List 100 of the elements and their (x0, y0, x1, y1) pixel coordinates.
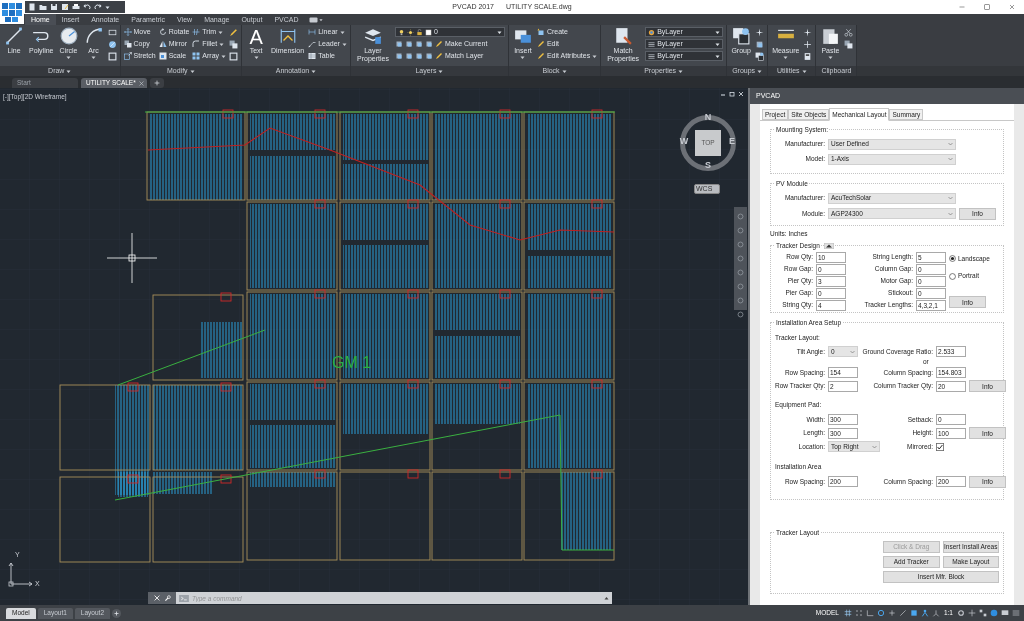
sparkle-icon[interactable] (755, 28, 765, 37)
crosshair-cursor (106, 232, 158, 284)
chevron-icon (948, 142, 953, 147)
redo-arrow-icon[interactable] (94, 3, 102, 11)
close-icon (1007, 3, 1016, 11)
plus-icon (114, 610, 119, 616)
caret-icon (318, 17, 323, 22)
chevron-icon (948, 196, 953, 201)
rounded-corner-icon (192, 40, 201, 48)
new-tab-button[interactable] (150, 78, 164, 88)
nested-squares-icon (158, 52, 167, 60)
tripod-icon[interactable] (931, 609, 940, 617)
two-squares-icon[interactable] (844, 40, 854, 49)
chevron-icon (872, 444, 877, 449)
caret-icon (783, 55, 789, 60)
linear-dimension-icon (308, 28, 317, 36)
line-weights-icon (648, 40, 656, 48)
square-icon[interactable] (909, 609, 918, 617)
small-block-icon[interactable] (755, 40, 765, 49)
printer-icon[interactable] (72, 3, 80, 11)
diagonal-line-icon[interactable] (898, 609, 907, 617)
table-icon (308, 52, 317, 60)
caret-icon[interactable] (604, 595, 609, 601)
page-icon[interactable] (28, 3, 36, 11)
chevron-icon (948, 211, 953, 216)
wrench-icon[interactable] (163, 594, 171, 602)
color-swatch-icon (424, 28, 432, 36)
calculator-icon[interactable] (803, 52, 813, 61)
caret-icon (678, 68, 684, 74)
caret-icon (105, 4, 110, 10)
caret-icon (66, 55, 71, 60)
compass-letter: S (704, 159, 712, 172)
rectangle-icon[interactable] (107, 28, 117, 37)
block-insert-icon (513, 27, 532, 45)
scissors-icon[interactable] (844, 28, 854, 37)
square-arrow-icon (123, 52, 132, 60)
radio-button[interactable] (949, 272, 956, 280)
undo-arrow-icon[interactable] (83, 3, 91, 11)
caret-icon (827, 55, 833, 60)
restore-icon[interactable] (729, 91, 735, 97)
add-layout-button[interactable] (112, 608, 121, 618)
caret-icon (520, 55, 526, 60)
four-arrows-icon (123, 28, 132, 36)
square-frame-icon[interactable] (107, 52, 117, 61)
caret-icon (561, 68, 567, 74)
two-squares-icon (123, 40, 132, 48)
minimize-icon (957, 3, 966, 11)
radio-button[interactable] (949, 254, 956, 262)
collapse-button[interactable] (823, 242, 834, 249)
target-icon[interactable] (876, 609, 885, 617)
app-logo[interactable] (0, 0, 24, 24)
circular-arrow-icon (158, 28, 167, 36)
caret-icon (91, 55, 96, 60)
group-icon[interactable] (755, 52, 765, 61)
disk-pencil-icon[interactable] (61, 3, 69, 11)
bulb-icon (397, 28, 405, 36)
sparkle-icon[interactable] (803, 28, 813, 37)
letter-icon: A (249, 27, 263, 47)
caret-icon (311, 68, 317, 74)
gear-icon[interactable] (957, 609, 965, 617)
layer-stack-icon (363, 27, 382, 45)
prompt-icon (179, 594, 189, 602)
clipboard-icon (821, 27, 840, 45)
person-icon[interactable] (920, 609, 929, 617)
nodes-icon[interactable] (979, 609, 987, 617)
padlock-icon (415, 28, 423, 36)
caret-icon (496, 29, 502, 35)
caret-icon (66, 68, 72, 74)
crossed-lines-icon (192, 28, 201, 36)
maximize-icon (982, 3, 991, 11)
circle-icon (59, 27, 78, 45)
dotted-grid-icon[interactable] (854, 609, 863, 617)
hatch-icon[interactable] (107, 40, 117, 49)
close-icon[interactable] (738, 91, 744, 97)
globe-icon[interactable] (990, 609, 998, 617)
angle-icon[interactable] (865, 609, 874, 617)
grid-icon[interactable] (843, 609, 852, 617)
caret-icon (253, 55, 259, 60)
two-squares-icon[interactable] (229, 40, 239, 49)
cross-icon[interactable] (887, 609, 896, 617)
checkbox[interactable] (936, 442, 944, 451)
line-icon (5, 27, 23, 45)
monitor-icon[interactable] (1001, 609, 1009, 617)
minimize-icon[interactable] (720, 91, 726, 97)
line-weights-icon (648, 52, 656, 60)
chevron-icon (948, 157, 953, 162)
brush-document-icon (614, 27, 633, 45)
plus-icon[interactable] (803, 40, 813, 49)
folder-icon[interactable] (39, 3, 47, 11)
arc-icon (84, 27, 103, 45)
plus-icon (154, 80, 160, 86)
caret-icon (592, 53, 598, 59)
caret-icon (801, 68, 807, 74)
pencil-icon[interactable] (229, 28, 239, 37)
caret-icon (757, 68, 763, 74)
caret-icon (189, 68, 195, 74)
square-frame-icon[interactable] (229, 52, 239, 61)
plus-icon[interactable] (968, 609, 976, 617)
rectangle-icon[interactable] (308, 16, 318, 23)
sun-icon (406, 28, 414, 36)
